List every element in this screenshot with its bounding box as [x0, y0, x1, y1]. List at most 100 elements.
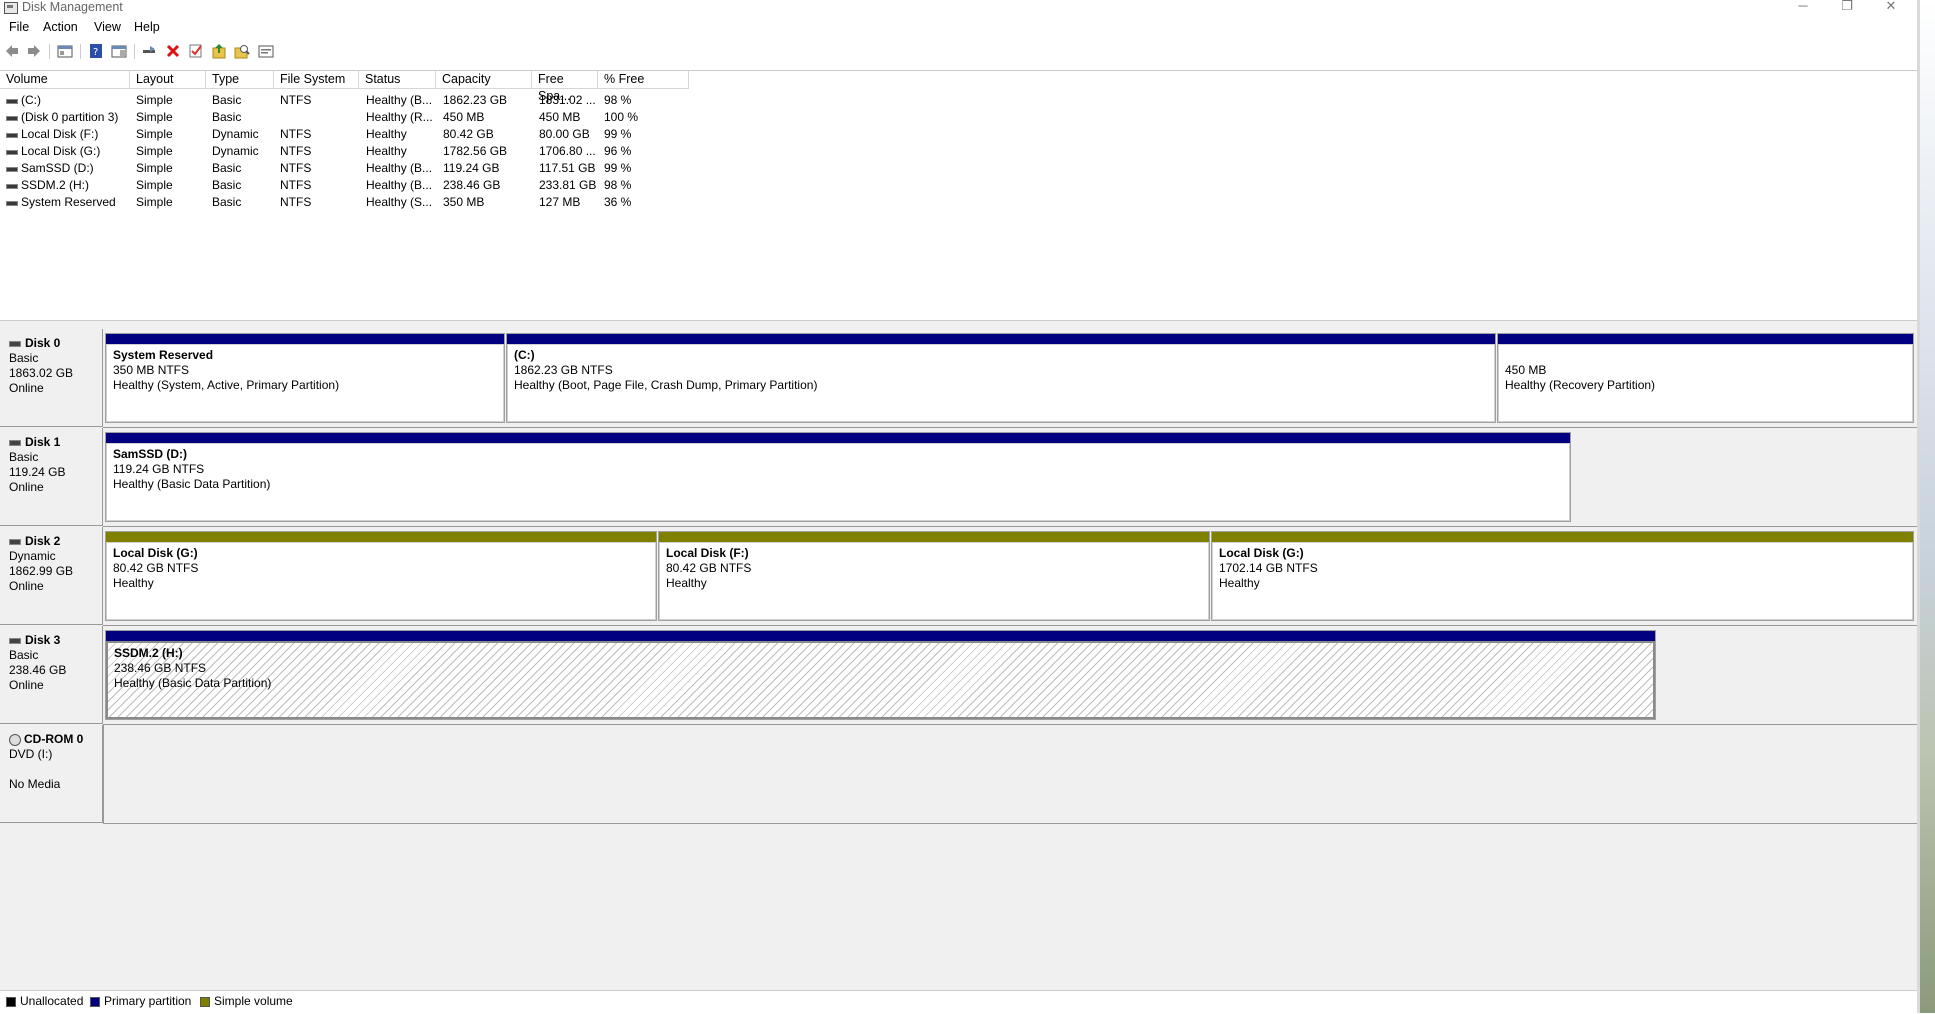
partition-status: Healthy (Recovery Partition) — [1505, 378, 1656, 392]
cell-type: Basic — [212, 161, 242, 175]
partition-name: SSDM.2 (H:) — [114, 646, 183, 660]
table-row[interactable]: (C:) Simple Basic NTFS Healthy (B... 186… — [0, 92, 700, 109]
partition-local-disk-g-1[interactable]: Local Disk (G:) 80.42 GB NTFS Healthy — [105, 531, 657, 621]
partition-ssdm2-h[interactable]: SSDM.2 (H:) 238.46 GB NTFS Healthy (Basi… — [105, 630, 1656, 720]
menu-help[interactable]: Help — [134, 20, 160, 34]
volume-icon — [6, 167, 18, 172]
properties-pane-icon[interactable] — [57, 43, 73, 59]
cell-layout: Simple — [136, 93, 173, 107]
disk-management-window: Disk Management ─ ❐ ✕ File Action View H… — [0, 0, 1920, 1014]
menu-view[interactable]: View — [94, 20, 121, 34]
cell-percent-free: 98 % — [604, 178, 632, 192]
forward-icon[interactable] — [26, 43, 42, 59]
legend-label-simple: Simple volume — [214, 994, 293, 1008]
minimize-button[interactable]: ─ — [1783, 0, 1823, 14]
disk-name: Disk 3 — [25, 633, 61, 647]
partition-local-disk-f[interactable]: Local Disk (F:) 80.42 GB NTFS Healthy — [658, 531, 1210, 621]
column-header-percent-free[interactable]: % Free — [598, 71, 689, 89]
partition-body: SamSSD (D:) 119.24 GB NTFS Healthy (Basi… — [106, 443, 1570, 521]
menu-file[interactable]: File — [9, 20, 29, 34]
disk-name: Disk 0 — [25, 336, 61, 350]
restore-button[interactable]: ❐ — [1827, 0, 1867, 14]
partition-size: 119.24 GB NTFS — [113, 462, 205, 476]
cell-status: Healthy (R... — [366, 110, 433, 124]
toolbar-separator — [80, 44, 81, 59]
table-row[interactable]: Local Disk (G:) Simple Dynamic NTFS Heal… — [0, 143, 700, 160]
cell-file-system: NTFS — [280, 144, 312, 158]
connect-icon[interactable] — [141, 43, 157, 59]
help-icon[interactable]: ? — [88, 43, 104, 59]
disk-0-label[interactable]: Disk 0 Basic 1863.02 GB Online — [0, 329, 103, 427]
partition-status: Healthy (Basic Data Partition) — [114, 676, 272, 690]
disk-type: Dynamic — [9, 549, 56, 563]
disk-type: Basic — [9, 351, 39, 365]
partition-system-reserved[interactable]: System Reserved 350 MB NTFS Healthy (Sys… — [105, 333, 505, 423]
disk-icon — [9, 340, 21, 347]
partition-local-disk-g-2[interactable]: Local Disk (G:) 1702.14 GB NTFS Healthy — [1211, 531, 1914, 621]
console-icon[interactable] — [258, 43, 274, 59]
table-row[interactable]: Local Disk (F:) Simple Dynamic NTFS Heal… — [0, 126, 700, 143]
disk-management-app-icon — [4, 2, 18, 14]
partition-bar — [507, 334, 1495, 344]
disk-3-label[interactable]: Disk 3 Basic 238.46 GB Online — [0, 626, 103, 724]
menu-action[interactable]: Action — [43, 20, 78, 34]
partition-status: Healthy (System, Active, Primary Partiti… — [113, 378, 340, 392]
close-button[interactable]: ✕ — [1871, 0, 1911, 14]
volume-icon — [6, 184, 18, 189]
column-header-status[interactable]: Status — [359, 71, 436, 89]
cell-capacity: 1782.56 GB — [443, 144, 508, 158]
partition-samssd-d[interactable]: SamSSD (D:) 119.24 GB NTFS Healthy (Basi… — [105, 432, 1571, 522]
table-row[interactable]: SSDM.2 (H:) Simple Basic NTFS Healthy (B… — [0, 177, 700, 194]
partition-size: 1702.14 GB NTFS — [1219, 561, 1318, 575]
view-pane-icon[interactable] — [111, 43, 127, 59]
partition-c[interactable]: (C:) 1862.23 GB NTFS Healthy (Boot, Page… — [506, 333, 1496, 423]
cell-percent-free: 36 % — [604, 195, 632, 209]
cell-free-space: 80.00 GB — [539, 127, 590, 141]
back-icon[interactable] — [4, 43, 20, 59]
cell-volume: SSDM.2 (H:) — [21, 178, 90, 192]
cell-free-space: 450 MB — [539, 110, 581, 124]
cell-percent-free: 100 % — [604, 110, 639, 124]
table-row[interactable]: System Reserved Simple Basic NTFS Health… — [0, 194, 700, 211]
delete-icon[interactable] — [165, 43, 181, 59]
cell-type: Basic — [212, 178, 242, 192]
disk-name: Disk 2 — [25, 534, 61, 548]
column-header-volume[interactable]: Volume — [0, 71, 130, 89]
partition-bar — [106, 433, 1570, 443]
cell-capacity: 238.46 GB — [443, 178, 501, 192]
cell-status: Healthy (B... — [366, 93, 433, 107]
column-header-file-system[interactable]: File System — [274, 71, 359, 89]
disk-1-label[interactable]: Disk 1 Basic 119.24 GB Online — [0, 428, 103, 526]
column-header-free-space[interactable]: Free Spa... — [532, 71, 598, 103]
partition-bar — [659, 532, 1209, 542]
column-header-capacity[interactable]: Capacity — [436, 71, 532, 89]
partition-status: Healthy — [666, 576, 707, 590]
volume-icon — [6, 133, 18, 138]
cell-file-system: NTFS — [280, 178, 312, 192]
cell-capacity: 350 MB — [443, 195, 485, 209]
cell-layout: Simple — [136, 144, 173, 158]
column-header-layout[interactable]: Layout — [130, 71, 206, 89]
table-row[interactable]: (Disk 0 partition 3) Simple Basic Health… — [0, 109, 700, 126]
partition-body: 450 MB Healthy (Recovery Partition) — [1498, 344, 1913, 422]
disk-icon — [9, 637, 21, 644]
import-icon[interactable] — [211, 43, 227, 59]
table-row[interactable]: SamSSD (D:) Simple Basic NTFS Healthy (B… — [0, 160, 700, 177]
partition-body: Local Disk (F:) 80.42 GB NTFS Healthy — [659, 542, 1209, 620]
cell-capacity: 119.24 GB — [443, 161, 500, 175]
disk-2-label[interactable]: Disk 2 Dynamic 1862.99 GB Online — [0, 527, 103, 625]
search-folder-icon[interactable] — [234, 43, 250, 59]
partition-recovery[interactable]: 450 MB Healthy (Recovery Partition) — [1497, 333, 1914, 423]
cdrom-0-label[interactable]: CD-ROM 0 DVD (I:) No Media — [0, 725, 103, 823]
cell-file-system: NTFS — [280, 161, 312, 175]
check-icon[interactable] — [188, 43, 204, 59]
partition-body: SSDM.2 (H:) 238.46 GB NTFS Healthy (Basi… — [106, 641, 1655, 719]
cell-type: Dynamic — [212, 144, 259, 158]
column-header-type[interactable]: Type — [206, 71, 274, 89]
cell-status: Healthy — [366, 144, 407, 158]
partition-name: Local Disk (G:) — [1219, 546, 1304, 560]
cell-free-space: 1706.80 ... — [539, 144, 596, 158]
volume-icon — [6, 150, 18, 155]
cell-volume: SamSSD (D:) — [21, 161, 94, 175]
cell-capacity: 1862.23 GB — [443, 93, 508, 107]
